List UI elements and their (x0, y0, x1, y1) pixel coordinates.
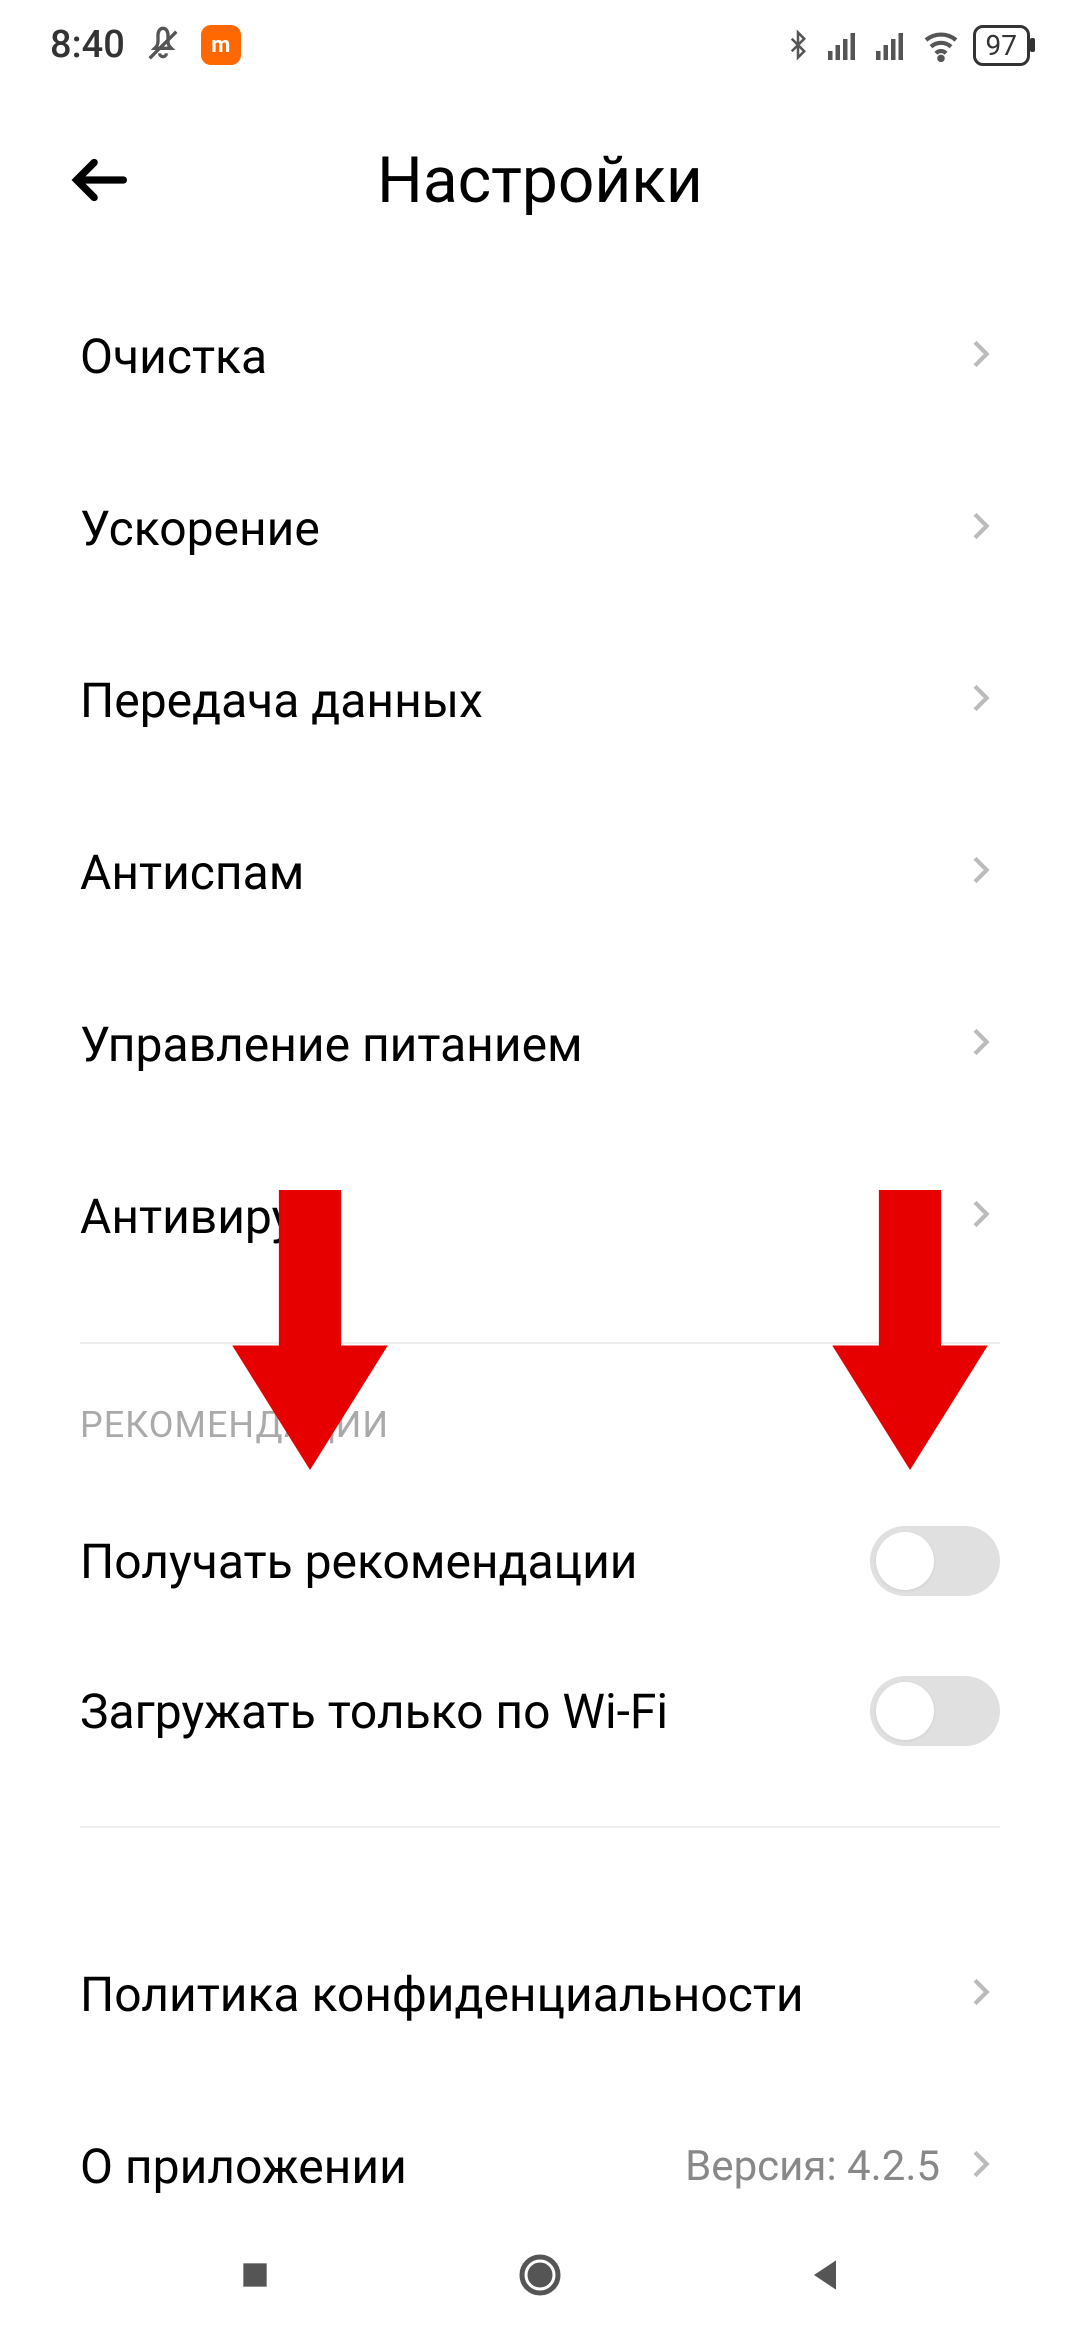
divider (80, 1826, 1000, 1828)
menu-label: Политика конфиденциальности (80, 1966, 804, 2023)
toggle-label: Получать рекомендации (80, 1533, 638, 1590)
nav-home-button[interactable] (510, 2245, 570, 2305)
signal-icon (825, 27, 861, 63)
menu-label: О приложении (80, 2138, 407, 2195)
mute-icon (143, 25, 183, 65)
chevron-right-icon (960, 506, 1000, 550)
chevron-right-icon (960, 1972, 1000, 2016)
toggle-item-recommendations[interactable]: Получать рекомендации (80, 1486, 1000, 1636)
menu-label: Антивирус (80, 1188, 319, 1245)
menu-item-power[interactable]: Управление питанием (80, 958, 1000, 1130)
menu-item-privacy[interactable]: Политика конфиденциальности (80, 1908, 1000, 2080)
version-text: Версия: 4.2.5 (685, 2142, 940, 2191)
chevron-right-icon (960, 2144, 1000, 2188)
menu-item-cleanup[interactable]: Очистка (80, 270, 1000, 442)
app-notification-icon: m (201, 25, 241, 65)
divider (80, 1342, 1000, 1344)
app-header: Настройки (0, 90, 1080, 270)
back-button[interactable] (60, 140, 140, 220)
battery-indicator: 97 (973, 25, 1030, 66)
menu-label: Ускорение (80, 500, 320, 557)
wifi-icon (921, 25, 961, 65)
menu-label: Очистка (80, 328, 267, 385)
system-nav-bar (0, 2210, 1080, 2340)
chevron-right-icon (960, 678, 1000, 722)
toggle-switch[interactable] (870, 1676, 1000, 1746)
menu-label: Антиспам (80, 844, 304, 901)
toggle-label: Загружать только по Wi-Fi (80, 1683, 668, 1740)
toggle-item-wifi-only[interactable]: Загружать только по Wi-Fi (80, 1636, 1000, 1786)
settings-list: Очистка Ускорение Передача данных Антисп… (0, 270, 1080, 2252)
menu-item-antispam[interactable]: Антиспам (80, 786, 1000, 958)
menu-label: Управление питанием (80, 1016, 583, 1073)
menu-item-antivirus[interactable]: Антивирус (80, 1130, 1000, 1302)
chevron-right-icon (960, 1194, 1000, 1238)
chevron-right-icon (960, 850, 1000, 894)
section-header-recommendations: РЕКОМЕНДАЦИИ (80, 1404, 1000, 1446)
menu-label: Передача данных (80, 672, 483, 729)
page-title: Настройки (377, 143, 703, 218)
menu-item-data-transfer[interactable]: Передача данных (80, 614, 1000, 786)
chevron-right-icon (960, 334, 1000, 378)
nav-back-button[interactable] (795, 2245, 855, 2305)
status-bar: 8:40 m 97 (0, 0, 1080, 90)
nav-recent-button[interactable] (225, 2245, 285, 2305)
menu-item-boost[interactable]: Ускорение (80, 442, 1000, 614)
toggle-switch[interactable] (870, 1526, 1000, 1596)
chevron-right-icon (960, 1022, 1000, 1066)
bluetooth-icon (783, 25, 813, 65)
status-time: 8:40 (50, 23, 125, 67)
signal-icon-2 (873, 27, 909, 63)
